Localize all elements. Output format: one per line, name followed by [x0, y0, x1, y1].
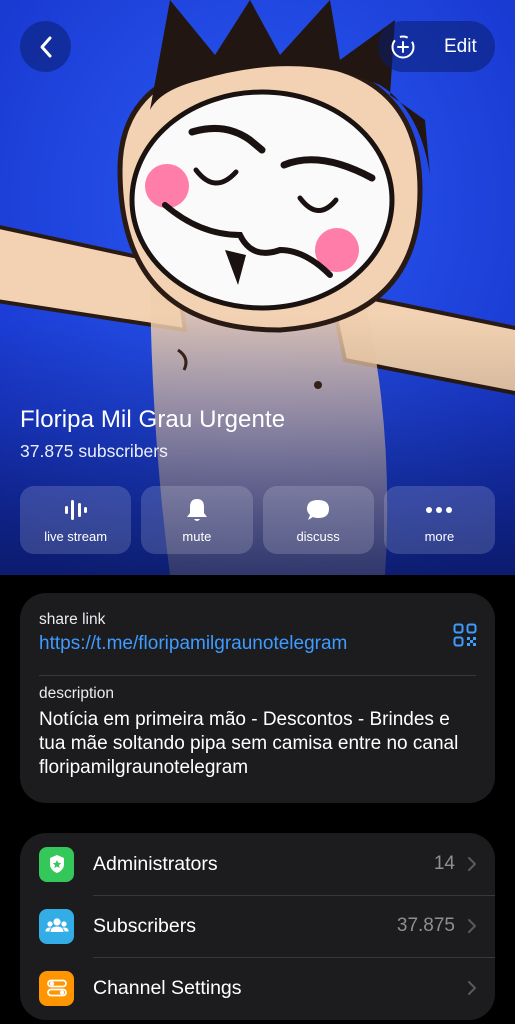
channel-settings-label: Channel Settings [93, 976, 242, 999]
menu-item-administrators[interactable]: Administrators 14 [20, 833, 495, 895]
channel-title: Floripa Mil Grau Urgente [20, 406, 286, 433]
description-text: Notícia em primeira mão - Descontos - Br… [39, 709, 459, 778]
more-button[interactable]: more [383, 486, 495, 554]
add-circle-dashed-icon [391, 35, 415, 58]
subscribers-label: Subscribers [93, 914, 196, 937]
info-divider [39, 675, 476, 676]
subscriber-count: 37.875 subscribers [20, 441, 168, 461]
description-row: description Notícia em primeira mão - De… [39, 685, 476, 780]
mute-button[interactable]: mute [141, 486, 253, 554]
menu-item-subscribers[interactable]: Subscribers 37.875 [20, 895, 495, 957]
description-label: description [39, 685, 114, 702]
qr-code-button[interactable] [453, 623, 477, 652]
bell-icon [186, 498, 207, 521]
live-stream-label: live stream [44, 528, 108, 544]
subscribers-count: 37.875 [396, 915, 455, 936]
qr-code-icon [453, 623, 477, 647]
discuss-button[interactable]: discuss [262, 486, 374, 554]
waveform-icon [64, 499, 87, 520]
add-story-button[interactable] [378, 21, 428, 72]
back-button[interactable] [20, 21, 71, 72]
administrators-count: 14 [433, 853, 455, 874]
chevron-right-icon [468, 857, 476, 871]
chat-bubble-icon [307, 499, 330, 520]
action-bar: live stream mute discuss more [20, 486, 495, 554]
ellipsis-icon [426, 506, 453, 513]
chevron-left-icon [40, 36, 51, 57]
shield-icon [39, 846, 74, 882]
share-link-row[interactable]: share link https://t.me/floripamilgrauno… [39, 611, 476, 655]
channel-header: Edit Floripa Mil Grau Urgente 37.875 sub… [0, 0, 515, 575]
menu-item-channel-settings[interactable]: Channel Settings [20, 957, 495, 1019]
share-link[interactable]: https://t.me/floripamilgraunotelegram [39, 633, 476, 655]
edit-button[interactable]: Edit [428, 36, 477, 58]
mute-label: mute [182, 528, 212, 544]
discuss-label: discuss [296, 528, 340, 544]
administrators-label: Administrators [93, 852, 218, 875]
people-icon [39, 908, 74, 944]
channel-management-list: Administrators 14 Subscribers 37.875 Cha… [20, 833, 495, 1020]
header-actions: Edit [378, 21, 495, 72]
live-stream-button[interactable]: live stream [20, 486, 132, 554]
chevron-right-icon [468, 919, 476, 933]
toggles-icon [39, 970, 74, 1006]
chevron-right-icon [468, 981, 476, 995]
more-label: more [424, 528, 455, 544]
channel-info-card: share link https://t.me/floripamilgrauno… [20, 593, 495, 803]
share-link-label: share link [39, 611, 106, 628]
